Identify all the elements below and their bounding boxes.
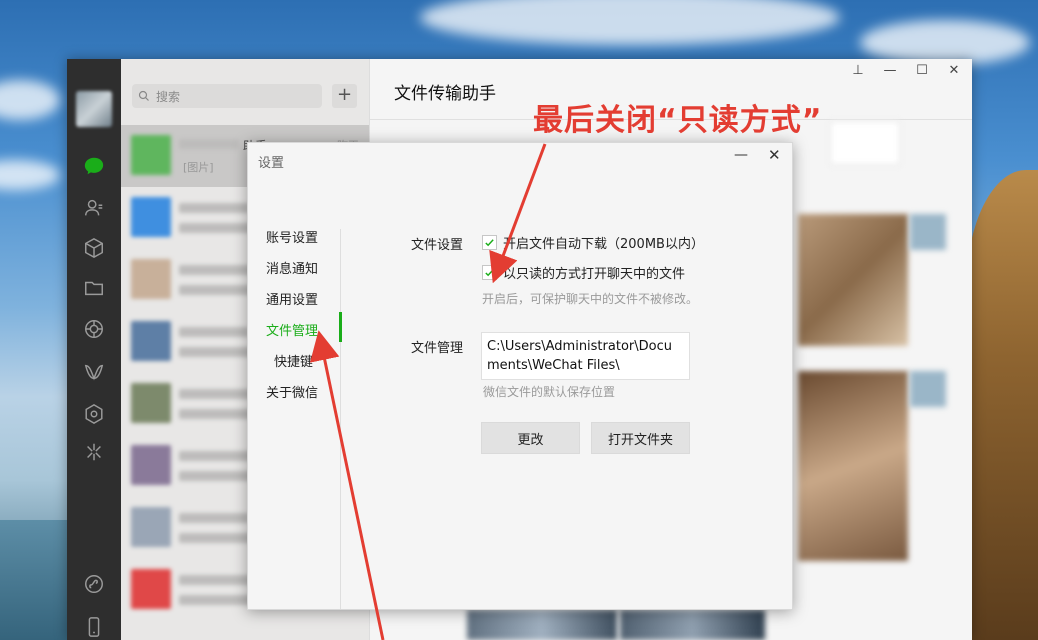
dialog-title: 设置 [258, 156, 285, 171]
search-discover-icon[interactable] [81, 439, 107, 465]
chat-icon[interactable] [81, 153, 107, 179]
readonly-hint: 开启后，可保护聊天中的文件不被修改。 [482, 292, 699, 306]
search-placeholder: 搜索 [156, 89, 181, 104]
dialog-minimize-button[interactable]: — [734, 147, 748, 163]
chat-avatar [131, 569, 171, 609]
nav-divider [340, 229, 341, 609]
window-controls: ⊥ — ☐ ✕ [850, 63, 962, 78]
cloud [0, 160, 60, 190]
nav-notifications[interactable]: 消息通知 [266, 258, 318, 277]
search-icon [138, 90, 149, 101]
chat-avatar [131, 507, 171, 547]
nav-account-settings[interactable]: 账号设置 [266, 227, 318, 246]
nav-file-management[interactable]: 文件管理 [266, 320, 318, 339]
nav-general-settings[interactable]: 通用设置 [266, 289, 318, 308]
open-folder-button[interactable]: 打开文件夹 [591, 422, 690, 454]
checkmark-icon [485, 239, 494, 247]
readonly-checkbox[interactable] [482, 265, 497, 280]
message-image[interactable] [830, 121, 900, 165]
auto-download-label: 开启文件自动下载（200MB以内） [503, 237, 704, 252]
folder-icon[interactable] [81, 275, 107, 301]
avatar[interactable] [76, 91, 112, 127]
add-button[interactable]: + [332, 84, 357, 108]
save-path-field[interactable]: C:\Users\Administrator\Documents\WeChat … [481, 332, 690, 380]
chat-title: 文件传输助手 [394, 84, 496, 104]
cloud [420, 0, 840, 45]
message-image[interactable] [620, 610, 765, 640]
message-image[interactable] [467, 610, 617, 640]
chat-preview: [图片] [183, 161, 214, 174]
avatar [910, 371, 946, 407]
nav-active-indicator [339, 312, 342, 342]
chat-avatar [131, 445, 171, 485]
change-button[interactable]: 更改 [481, 422, 580, 454]
message-image[interactable] [798, 371, 908, 561]
nav-shortcuts[interactable]: 快捷键 [274, 351, 313, 370]
mini-program-panel-icon[interactable] [81, 571, 107, 597]
cliff [966, 170, 1038, 640]
annotation-text: 最后关闭“只读方式” [533, 103, 823, 138]
phone-icon[interactable] [81, 614, 107, 640]
dialog-close-button[interactable]: ✕ [768, 146, 781, 164]
chat-avatar [131, 259, 171, 299]
chat-avatar [131, 197, 171, 237]
maximize-button[interactable]: ☐ [914, 63, 930, 78]
pin-icon[interactable]: ⊥ [850, 63, 866, 78]
file-manage-label: 文件管理 [411, 341, 464, 356]
mini-programs-icon[interactable] [81, 401, 107, 427]
channels-icon[interactable] [81, 359, 107, 385]
chat-avatar [131, 135, 171, 175]
message-image[interactable] [798, 214, 908, 346]
chat-avatar [131, 383, 171, 423]
blurred-text [179, 327, 249, 337]
cloud [0, 80, 60, 120]
avatar [910, 214, 946, 250]
sidebar-rail [67, 59, 121, 640]
readonly-label: 以只读的方式打开聊天中的文件 [503, 267, 686, 282]
nav-about-wechat[interactable]: 关于微信 [266, 382, 318, 401]
contacts-icon[interactable] [81, 195, 107, 221]
auto-download-checkbox[interactable] [482, 235, 497, 250]
close-button[interactable]: ✕ [946, 63, 962, 78]
moments-icon[interactable] [81, 316, 107, 342]
settings-dialog: 设置 — ✕ 账号设置 消息通知 通用设置 文件管理 快捷键 关于微信 文件设置… [247, 142, 793, 610]
blurred-text [179, 513, 249, 523]
readonly-option[interactable]: 以只读的方式打开聊天中的文件 [482, 263, 685, 282]
blurred-text [179, 139, 239, 149]
minimize-button[interactable]: — [882, 63, 898, 78]
search-input[interactable]: 搜索 [132, 84, 322, 108]
path-hint: 微信文件的默认保存位置 [483, 385, 616, 399]
favorites-icon[interactable] [81, 235, 107, 261]
blurred-text [179, 203, 249, 213]
auto-download-option[interactable]: 开启文件自动下载（200MB以内） [482, 233, 704, 252]
checkmark-icon [485, 269, 494, 277]
file-settings-label: 文件设置 [411, 238, 464, 253]
chat-avatar [131, 321, 171, 361]
